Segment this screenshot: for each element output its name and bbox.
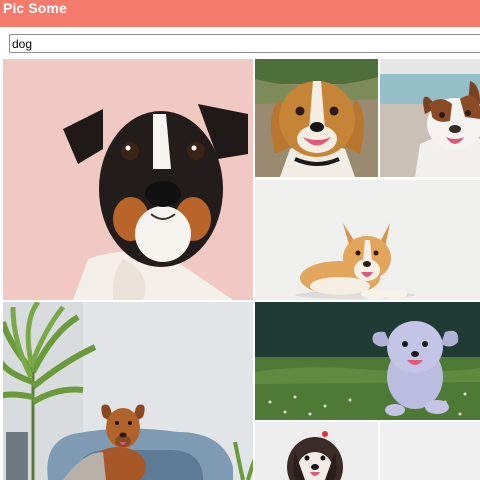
photo-grid	[0, 0, 480, 480]
photo-australian-shepherd[interactable]	[380, 59, 480, 177]
photo-corgi[interactable]	[255, 180, 480, 300]
photo-shih-tzu[interactable]	[255, 422, 378, 480]
photo-toller-bed[interactable]	[3, 302, 253, 480]
photo-jack-russell[interactable]	[3, 59, 253, 300]
photo-beagle[interactable]	[255, 59, 378, 177]
photo-fluffy-dog-grass[interactable]	[255, 302, 480, 420]
photo-blank-white[interactable]	[380, 422, 480, 480]
